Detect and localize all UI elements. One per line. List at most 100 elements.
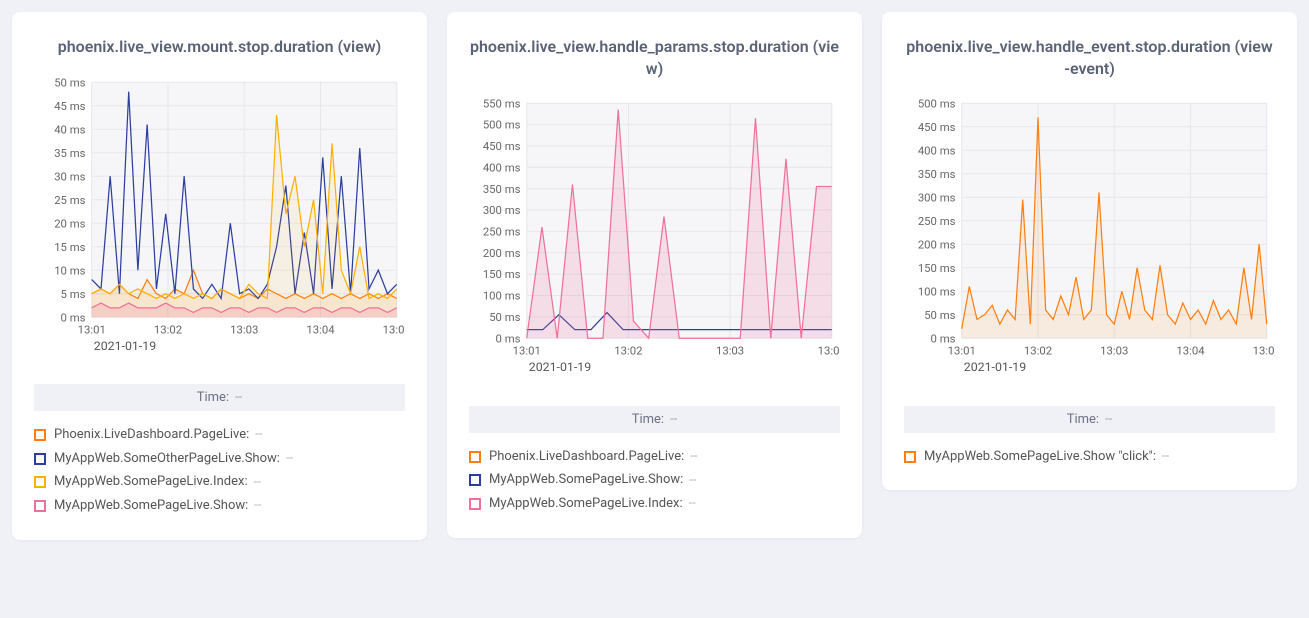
legend-label: MyAppWeb.SomePageLive.Show:	[489, 472, 683, 488]
legend-value: --	[254, 498, 261, 513]
svg-text:13:05: 13:05	[1253, 344, 1275, 358]
time-readout: Time: --	[34, 384, 405, 411]
legend-label: MyAppWeb.SomePageLive.Index:	[489, 496, 683, 512]
svg-text:350 ms: 350 ms	[483, 182, 521, 196]
svg-text:13:03: 13:03	[230, 322, 258, 336]
svg-text:450 ms: 450 ms	[483, 139, 521, 153]
svg-text:40 ms: 40 ms	[54, 122, 85, 136]
svg-text:15 ms: 15 ms	[54, 239, 85, 253]
legend-item[interactable]: MyAppWeb.SomePageLive.Index: --	[34, 470, 405, 494]
legend: Phoenix.LiveDashboard.PageLive:--MyAppWe…	[34, 423, 405, 517]
chart-plot: 0 ms50 ms100 ms150 ms200 ms250 ms300 ms3…	[469, 95, 840, 384]
metric-card: phoenix.live_view.handle_event.stop.dura…	[882, 12, 1297, 490]
svg-text:45 ms: 45 ms	[54, 98, 85, 112]
time-label: Time:	[197, 390, 229, 405]
svg-text:250 ms: 250 ms	[918, 214, 956, 228]
svg-text:300 ms: 300 ms	[483, 203, 521, 217]
time-value: --	[235, 390, 242, 405]
svg-text:350 ms: 350 ms	[918, 167, 956, 181]
svg-text:13:02: 13:02	[1024, 344, 1052, 358]
legend-swatch	[34, 453, 46, 465]
legend-label: MyAppWeb.SomePageLive.Show "click"	[924, 449, 1153, 465]
legend: MyAppWeb.SomePageLive.Show "click":--	[904, 445, 1275, 469]
svg-text:13:01: 13:01	[78, 322, 106, 336]
svg-text:2021-01-19: 2021-01-19	[964, 361, 1026, 375]
legend-item[interactable]: Phoenix.LiveDashboard.PageLive: --	[34, 423, 405, 447]
legend-label: MyAppWeb.SomePageLive.Show:	[54, 498, 248, 514]
svg-text:500 ms: 500 ms	[483, 118, 521, 132]
legend-item[interactable]: MyAppWeb.SomePageLive.Show "click":--	[904, 445, 1275, 469]
legend-label: MyAppWeb.SomePageLive.Index:	[54, 474, 248, 490]
legend-value: --	[689, 473, 696, 488]
svg-text:300 ms: 300 ms	[918, 191, 956, 205]
svg-text:2021-01-19: 2021-01-19	[529, 361, 591, 375]
legend-item[interactable]: MyAppWeb.SomePageLive.Show: --	[469, 468, 840, 492]
svg-text:13:01: 13:01	[513, 344, 541, 358]
svg-text:200 ms: 200 ms	[918, 238, 956, 252]
legend-value: --	[254, 475, 261, 490]
chart-area[interactable]: 0 ms5 ms10 ms15 ms20 ms25 ms30 ms35 ms40…	[34, 74, 405, 363]
legend-label: MyAppWeb.SomeOtherPageLive.Show:	[54, 451, 280, 467]
legend-value: --	[690, 449, 697, 464]
svg-text:13:03: 13:03	[716, 344, 744, 358]
svg-text:550 ms: 550 ms	[483, 97, 521, 111]
legend-swatch	[34, 476, 46, 488]
legend-swatch	[34, 429, 46, 441]
svg-text:2021-01-19: 2021-01-19	[94, 340, 156, 354]
svg-text:450 ms: 450 ms	[918, 120, 956, 134]
legend-item[interactable]: MyAppWeb.SomeOtherPageLive.Show: --	[34, 447, 405, 471]
time-value: --	[1105, 412, 1112, 427]
svg-text:13:03: 13:03	[1100, 344, 1128, 358]
svg-text:20 ms: 20 ms	[54, 216, 85, 230]
svg-text:50 ms: 50 ms	[489, 310, 520, 324]
time-label: Time:	[1067, 412, 1099, 427]
legend-swatch	[469, 498, 481, 510]
svg-text:30 ms: 30 ms	[54, 169, 85, 183]
time-readout: Time: --	[904, 406, 1275, 433]
svg-text:100 ms: 100 ms	[918, 285, 956, 299]
svg-text:25 ms: 25 ms	[54, 192, 85, 206]
legend-label: Phoenix.LiveDashboard.PageLive:	[54, 427, 249, 443]
card-title: phoenix.live_view.handle_event.stop.dura…	[904, 36, 1275, 79]
time-label: Time:	[632, 412, 664, 427]
svg-text:100 ms: 100 ms	[483, 289, 521, 303]
legend-swatch	[469, 451, 481, 463]
time-value: --	[670, 412, 677, 427]
legend-value: --	[1162, 449, 1169, 464]
time-readout: Time: --	[469, 406, 840, 433]
svg-text:400 ms: 400 ms	[483, 161, 521, 175]
legend-item[interactable]: MyAppWeb.SomePageLive.Index:--	[469, 492, 840, 516]
svg-text:13:04: 13:04	[306, 322, 335, 336]
chart-plot: 0 ms50 ms100 ms150 ms200 ms250 ms300 ms3…	[904, 95, 1275, 384]
svg-text:150 ms: 150 ms	[918, 261, 956, 275]
svg-text:50 ms: 50 ms	[924, 308, 955, 322]
metric-card: phoenix.live_view.mount.stop.duration (v…	[12, 12, 427, 540]
svg-text:35 ms: 35 ms	[54, 145, 85, 159]
svg-text:13:04: 13:04	[818, 344, 840, 358]
metric-card: phoenix.live_view.handle_params.stop.dur…	[447, 12, 862, 538]
svg-text:500 ms: 500 ms	[918, 97, 956, 111]
chart-area[interactable]: 0 ms50 ms100 ms150 ms200 ms250 ms300 ms3…	[904, 95, 1275, 384]
legend-swatch	[904, 451, 916, 463]
card-title: phoenix.live_view.mount.stop.duration (v…	[34, 36, 405, 58]
svg-text:200 ms: 200 ms	[483, 246, 521, 260]
legend-value: --	[255, 427, 262, 442]
svg-text:13:01: 13:01	[948, 344, 976, 358]
legend-item[interactable]: Phoenix.LiveDashboard.PageLive:--	[469, 445, 840, 469]
svg-text:5 ms: 5 ms	[61, 286, 86, 300]
chart-plot: 0 ms5 ms10 ms15 ms20 ms25 ms30 ms35 ms40…	[34, 74, 405, 363]
svg-text:13:02: 13:02	[614, 344, 642, 358]
legend-swatch	[34, 500, 46, 512]
chart-area[interactable]: 0 ms50 ms100 ms150 ms200 ms250 ms300 ms3…	[469, 95, 840, 384]
svg-text:13:04: 13:04	[1176, 344, 1205, 358]
svg-text:13:05: 13:05	[383, 322, 405, 336]
legend-value: --	[286, 451, 293, 466]
svg-text:10 ms: 10 ms	[54, 263, 85, 277]
svg-text:50 ms: 50 ms	[54, 75, 85, 89]
svg-text:250 ms: 250 ms	[483, 225, 521, 239]
legend-item[interactable]: MyAppWeb.SomePageLive.Show: --	[34, 494, 405, 518]
legend-swatch	[469, 474, 481, 486]
svg-text:150 ms: 150 ms	[483, 267, 521, 281]
svg-text:13:02: 13:02	[154, 322, 182, 336]
card-title: phoenix.live_view.handle_params.stop.dur…	[469, 36, 840, 79]
